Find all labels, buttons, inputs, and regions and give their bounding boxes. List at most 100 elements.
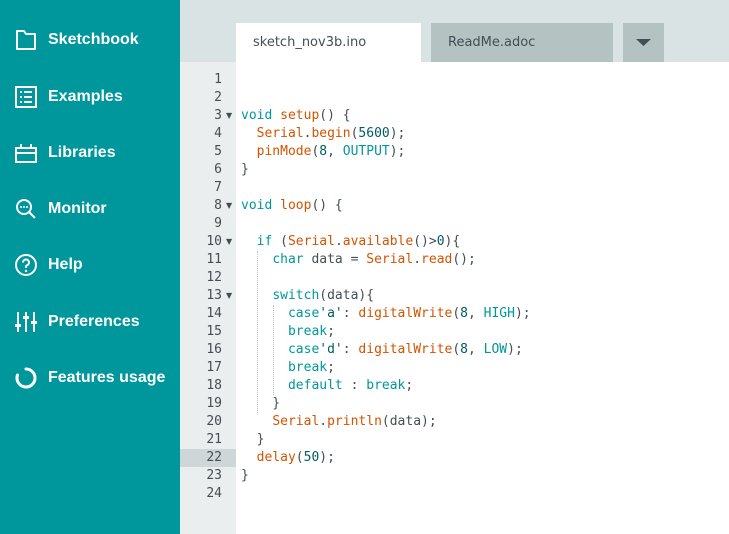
line-number: 1 (214, 72, 222, 87)
code-token: () { (311, 198, 343, 213)
code-token: switch (272, 288, 320, 303)
code-line: if (Serial.available()>0){ (241, 233, 461, 251)
code-token: ); (319, 450, 335, 465)
sliders-icon (14, 310, 38, 334)
code-token: ; (327, 324, 335, 339)
code-line: pinMode(8, OUTPUT); (241, 143, 406, 161)
code-line: } (241, 431, 265, 449)
sidebar-item-features-usage[interactable]: Features usage (0, 358, 180, 398)
code-token: ); (389, 126, 406, 141)
code-token: ()> (413, 234, 437, 249)
code-token: data = (303, 252, 367, 267)
code-token: pinMode (256, 144, 312, 159)
line-number: 13 (206, 288, 222, 303)
code-token: (); (452, 252, 476, 267)
line-number: 21 (206, 432, 222, 447)
list-icon (14, 85, 38, 109)
folder-icon (14, 28, 38, 52)
code-token: } (241, 162, 249, 177)
tab-sketch-file[interactable]: sketch_nov3b.ino (236, 23, 421, 62)
code-token: break (287, 324, 328, 339)
code-token: ); (389, 144, 406, 159)
code-token: ( (452, 306, 461, 321)
code-token: (data){ (319, 288, 375, 303)
line-number: 10 (206, 234, 222, 249)
code-token: case (287, 306, 320, 321)
code-token: , (468, 306, 484, 321)
sidebar-item-libraries[interactable]: Libraries (0, 133, 180, 173)
tab-readme[interactable]: ReadMe.adoc (431, 23, 613, 62)
code-line: switch(data){ (241, 287, 374, 305)
sidebar-item-label: Features usage (48, 369, 166, 386)
line-number: 8 (214, 198, 222, 213)
code-token: void (241, 198, 273, 213)
code-token: ); (507, 342, 523, 357)
line-number: 12 (206, 270, 222, 285)
code-token: char (272, 252, 304, 267)
fold-toggle-icon[interactable]: ▼ (226, 233, 234, 251)
sidebar-item-preferences[interactable]: Preferences (0, 302, 180, 342)
code-token: setup (280, 108, 320, 123)
code-line: void loop() { (241, 197, 343, 215)
code-token: case (287, 342, 320, 357)
code-token: () { (319, 108, 351, 123)
code-token: begin (311, 126, 351, 141)
sidebar-item-monitor[interactable]: Monitor (0, 189, 180, 229)
code-token: loop (280, 198, 312, 213)
tab-menu-button[interactable] (623, 23, 664, 62)
code-token: break (287, 360, 328, 375)
code-token: . (319, 414, 328, 429)
code-token: Serial (272, 414, 320, 429)
code-token: delay (256, 450, 296, 465)
tab-bar: sketch_nov3b.ino ReadMe.adoc (180, 0, 729, 62)
code-token: available (342, 234, 414, 249)
code-token: Serial (256, 126, 304, 141)
sidebar: Sketchbook Examples Libraries Monitor He… (0, 0, 180, 534)
code-token: LOW (483, 342, 508, 357)
line-number: 18 (206, 378, 222, 393)
line-number: 14 (206, 306, 222, 321)
code-line: delay(50); (241, 449, 335, 467)
sidebar-item-sketchbook[interactable]: Sketchbook (0, 20, 180, 60)
code-token: , (327, 144, 343, 159)
code-token: } (241, 432, 265, 447)
fold-toggle-icon[interactable]: ▼ (226, 287, 234, 305)
code-token: break (366, 378, 406, 393)
line-number: 11 (206, 252, 222, 267)
line-number: 17 (206, 360, 222, 375)
code-line: char data = Serial.read(); (241, 251, 476, 269)
code-token: : (342, 378, 367, 393)
code-token: ( (452, 342, 461, 357)
code-token: OUTPUT (342, 144, 390, 159)
code-line: default : break; (241, 377, 413, 395)
code-line: void setup() { (241, 107, 351, 125)
line-number: 24 (206, 486, 222, 501)
code-token: Serial (287, 234, 335, 249)
code-line: } (241, 395, 280, 413)
progress-circle-icon (14, 366, 38, 390)
fold-toggle-icon[interactable]: ▼ (226, 107, 234, 125)
monitor-search-icon (14, 197, 38, 221)
code-token: , (468, 342, 484, 357)
code-token: 'a' (319, 306, 343, 321)
code-token: 8 (319, 144, 328, 159)
sidebar-item-help[interactable]: Help (0, 245, 180, 285)
code-line: } (241, 161, 249, 179)
sidebar-item-label: Examples (48, 88, 123, 105)
code-token: 5600 (358, 126, 390, 141)
line-number: 9 (214, 216, 222, 231)
sidebar-item-examples[interactable]: Examples (0, 77, 180, 117)
fold-toggle-icon[interactable]: ▼ (226, 197, 234, 215)
code-line: Serial.begin(5600); (241, 125, 406, 143)
code-token: . (334, 234, 343, 249)
